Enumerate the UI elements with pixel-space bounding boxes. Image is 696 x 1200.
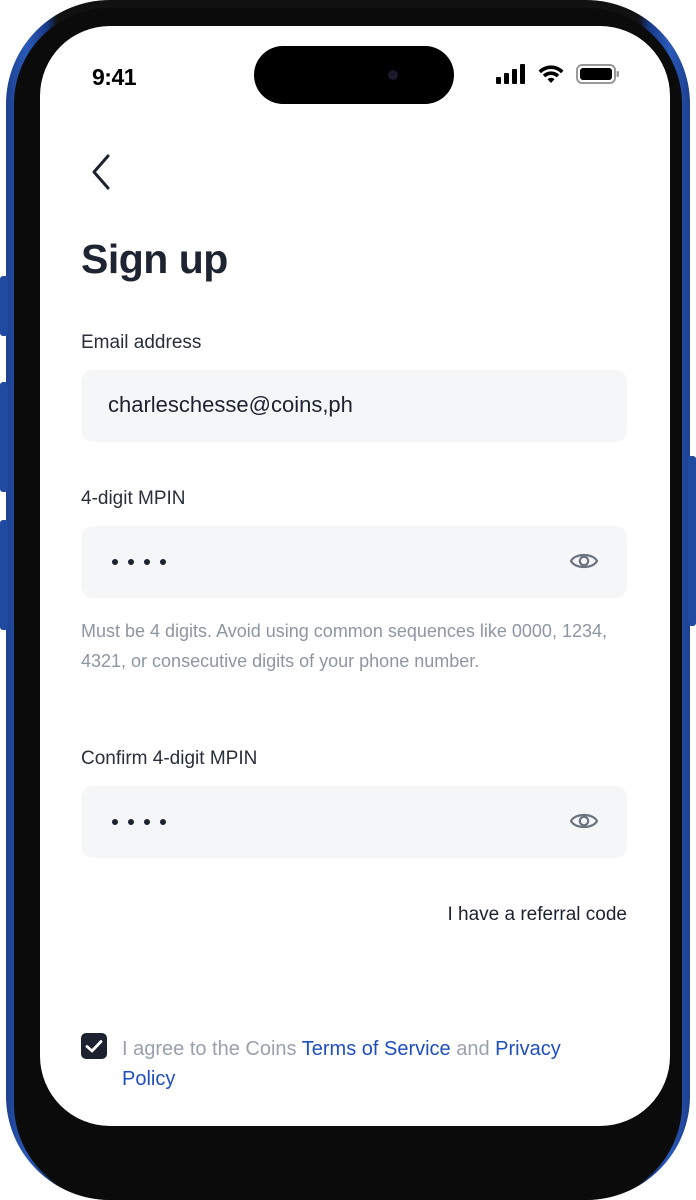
volume-down-button: [0, 520, 8, 630]
email-value: charleschesse@coins,ph: [108, 392, 353, 417]
power-button: [688, 456, 696, 626]
wifi-icon: [538, 65, 564, 83]
volume-up-button: [0, 382, 8, 492]
back-chevron-icon[interactable]: [86, 152, 116, 192]
mpin-field[interactable]: [81, 526, 627, 598]
show-confirm-password-eye-icon[interactable]: [569, 808, 599, 834]
battery-icon: [576, 64, 619, 84]
confirm-mpin-masked-value: [112, 819, 166, 825]
agree-checkbox[interactable]: [81, 1033, 107, 1059]
referral-code-link[interactable]: I have a referral code: [447, 904, 627, 926]
status-time: 9:41: [92, 64, 137, 90]
screen: 9:41 Sign up Email address charleschesse…: [40, 26, 670, 1126]
status-icons: [496, 64, 620, 84]
show-password-eye-icon[interactable]: [569, 548, 599, 574]
agreement-prefix: I agree to the Coins: [122, 1038, 302, 1060]
dynamic-island: [254, 46, 454, 104]
terms-of-service-link[interactable]: Terms of Service: [302, 1038, 451, 1060]
confirm-mpin-field[interactable]: [81, 786, 627, 858]
email-label: Email address: [81, 332, 202, 353]
cellular-signal-icon: [496, 64, 525, 84]
phone-frame: 9:41 Sign up Email address charleschesse…: [0, 0, 696, 1200]
mpin-hint: Must be 4 digits. Avoid using common seq…: [81, 621, 607, 671]
agreement-and: and: [450, 1038, 496, 1060]
page-title: Sign up: [81, 236, 228, 282]
email-field[interactable]: charleschesse@coins,ph: [81, 370, 627, 442]
action-button: [0, 276, 8, 336]
mpin-label: 4-digit MPIN: [81, 488, 186, 509]
checkmark-icon: [85, 1040, 103, 1053]
mpin-masked-value: [112, 559, 166, 565]
agreement-text: I agree to the Coins Terms of Service an…: [122, 1034, 602, 1094]
confirm-mpin-label: Confirm 4-digit MPIN: [81, 748, 258, 769]
